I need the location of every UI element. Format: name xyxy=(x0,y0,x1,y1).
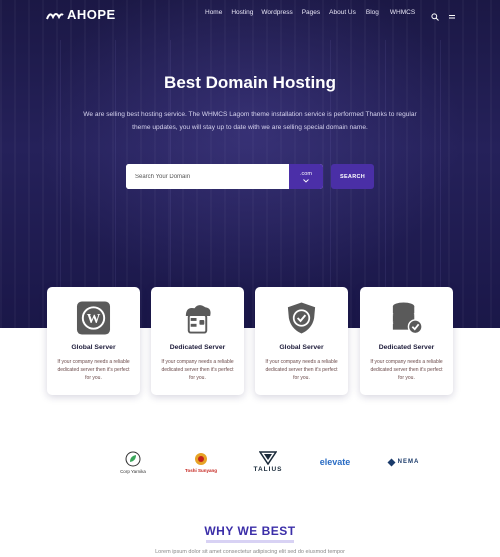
brand-name: Toshi Sunyang xyxy=(185,467,217,473)
wave-logo-icon xyxy=(46,12,64,19)
nav-icons xyxy=(431,8,456,26)
tld-select[interactable]: .com xyxy=(289,164,323,189)
main-nav: Home Hosting Wordpress Pages About Us Bl… xyxy=(205,9,415,16)
hero-title: Best Domain Hosting xyxy=(164,73,336,92)
nav-item-about-us[interactable]: About Us xyxy=(329,9,356,16)
brand-name: elevate xyxy=(319,457,351,467)
leaf-icon xyxy=(125,451,141,466)
tld-value: .com xyxy=(300,170,312,177)
shield-check-icon xyxy=(287,302,316,334)
card-title: Dedicated Server xyxy=(169,344,226,351)
brand-name: NEMA xyxy=(397,459,420,465)
chevron-down-icon xyxy=(303,178,309,183)
why-description: Lorem ipsum dolor sit amet consectetur a… xyxy=(155,549,345,555)
nema-icon xyxy=(387,458,396,466)
brand-logo-item[interactable]: NEMA xyxy=(381,448,425,476)
svg-text:W: W xyxy=(87,311,101,326)
card-description: If your company needs a reliable dedicat… xyxy=(370,359,443,381)
nav-item-whmcs[interactable]: WHMCS xyxy=(390,9,415,16)
brand-name: Corp Yarnika xyxy=(120,468,146,474)
nav-item-hosting[interactable]: Hosting xyxy=(231,9,253,16)
hero-description: We are selling best hosting service. The… xyxy=(83,111,417,131)
section-underline xyxy=(206,540,294,543)
brand-logo[interactable]: AHOPE xyxy=(46,7,116,22)
card-title: Global Server xyxy=(71,344,116,351)
feature-card[interactable]: Global Server If your company needs a re… xyxy=(255,287,348,395)
brand-name: AHOPE xyxy=(67,7,116,22)
search-button[interactable]: SEARCH xyxy=(331,164,374,189)
feature-card[interactable]: W Global Server If your company needs a … xyxy=(47,287,140,395)
brand-logo-item[interactable]: TALIUS xyxy=(246,448,290,476)
server-lock-icon xyxy=(185,305,211,334)
domain-search-box: .com xyxy=(126,164,323,189)
feature-card[interactable]: Dedicated Server If your company needs a… xyxy=(151,287,244,395)
card-description: If your company needs a reliable dedicat… xyxy=(161,359,234,381)
talius-icon xyxy=(259,451,277,465)
card-description: If your company needs a reliable dedicat… xyxy=(265,359,338,381)
card-title: Global Server xyxy=(279,344,324,351)
badge-icon xyxy=(195,452,207,465)
why-title: WHY WE BEST xyxy=(204,524,296,538)
brand-logo-item[interactable]: Toshi Sunyang xyxy=(178,448,224,476)
wordpress-icon: W xyxy=(76,301,111,335)
brand-logo-item[interactable]: elevate xyxy=(313,448,357,476)
domain-search-input[interactable] xyxy=(126,164,289,189)
database-check-icon xyxy=(392,302,423,335)
feature-card[interactable]: Dedicated Server If your company needs a… xyxy=(360,287,453,395)
nav-item-pages[interactable]: Pages xyxy=(302,9,320,16)
nav-item-blog[interactable]: Blog xyxy=(366,9,379,16)
brand-logo-item[interactable]: Corp Yarnika xyxy=(113,448,153,476)
card-description: If your company needs a reliable dedicat… xyxy=(57,359,130,381)
brand-name: TALIUS xyxy=(253,466,283,473)
nav-item-wordpress[interactable]: Wordpress xyxy=(261,9,292,16)
menu-icon[interactable] xyxy=(448,8,456,26)
card-title: Dedicated Server xyxy=(378,344,435,351)
search-icon[interactable] xyxy=(431,8,439,26)
nav-item-home[interactable]: Home xyxy=(205,9,222,16)
